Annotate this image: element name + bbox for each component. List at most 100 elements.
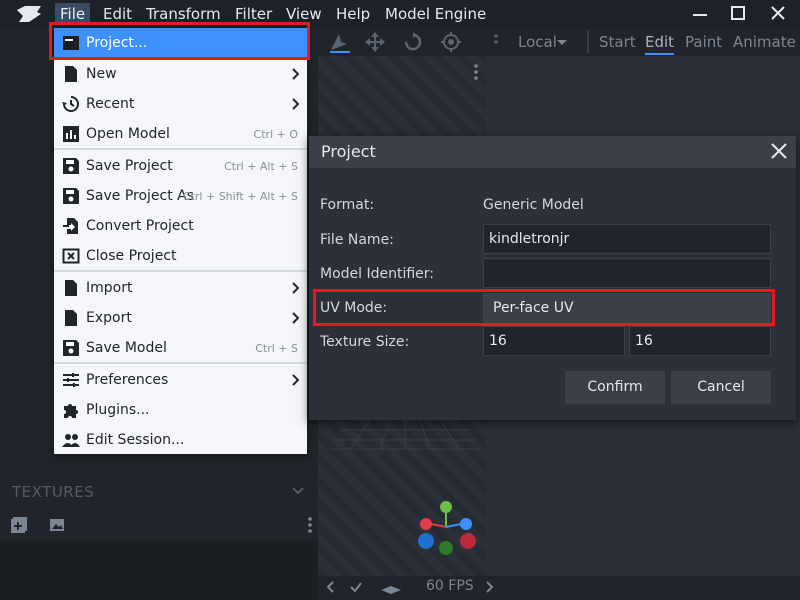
toolbar-dots-icon[interactable] [492, 31, 500, 53]
check-icon[interactable] [349, 580, 363, 594]
chevron-left-icon[interactable] [324, 580, 338, 594]
texture-height-input[interactable]: 16 [629, 326, 771, 356]
tune-icon [63, 373, 79, 387]
model-identifier-label: Model Identifier: [320, 266, 435, 282]
fps-counter: 60 FPS [426, 578, 474, 594]
menu-item-close-project[interactable]: Close Project [54, 241, 307, 271]
menu-item-import[interactable]: Import [54, 273, 307, 303]
texture-width-input[interactable]: 16 [483, 326, 625, 356]
menu-item-label: Save Project As [86, 188, 195, 204]
menu-item-save-project-as[interactable]: Save Project As Ctrl + Shift + Alt + S [54, 181, 307, 211]
menu-item-label: Import [86, 280, 133, 296]
menu-item-convert-project[interactable]: Convert Project [54, 211, 307, 241]
close-icon[interactable] [770, 142, 788, 160]
confirm-button[interactable]: Confirm [565, 371, 665, 404]
mode-start[interactable]: Start [599, 31, 636, 53]
minimize-icon[interactable] [686, 2, 714, 26]
menu-item-export[interactable]: Export [54, 303, 307, 333]
toolbar-divider [587, 31, 589, 53]
menu-item-shortcut: Ctrl + O [253, 128, 298, 141]
cancel-button[interactable]: Cancel [671, 371, 771, 404]
menu-separator [54, 270, 307, 272]
menu-model-engine[interactable]: Model Engine [380, 3, 491, 25]
menu-item-recent[interactable]: Recent [54, 89, 307, 119]
app-logo-icon [17, 6, 41, 22]
translate-tool-icon[interactable] [364, 31, 386, 53]
maximize-icon[interactable] [724, 2, 752, 26]
file-icon [65, 310, 77, 326]
chevron-right-icon [292, 282, 299, 294]
mode-edit[interactable]: Edit [645, 31, 675, 55]
highlight-box-uv-mode [313, 289, 775, 326]
menu-item-shortcut: Ctrl + Shift + Alt + S [182, 190, 298, 203]
menu-item-label: Open Model [86, 126, 170, 142]
menu-item-plugins[interactable]: Plugins... [54, 395, 307, 425]
caret-down-icon[interactable] [556, 31, 568, 53]
menu-item-edit-session[interactable]: Edit Session... [54, 425, 307, 455]
rotate-tool-icon[interactable] [402, 31, 424, 53]
pivot-tool-icon[interactable] [440, 31, 462, 53]
texture-size-label: Texture Size: [320, 334, 410, 350]
close-window-icon[interactable] [764, 2, 792, 26]
assessment-icon [63, 126, 79, 142]
menu-item-save-model[interactable]: Save Model Ctrl + S [54, 333, 307, 363]
menu-item-label: Close Project [86, 248, 177, 264]
menu-item-open-model[interactable]: Open Model Ctrl + O [54, 119, 307, 149]
import-texture-icon[interactable] [48, 516, 66, 534]
viewport-menu-icon[interactable] [472, 62, 480, 82]
chevron-right-icon [292, 98, 299, 110]
file-icon [65, 66, 77, 82]
convert-file-icon [63, 218, 78, 234]
file-menu: Project... New Recent Open Model Ctrl + … [54, 28, 307, 454]
menu-item-label: Export [86, 310, 132, 326]
close-box-icon [62, 248, 80, 264]
chevron-right-icon [292, 374, 299, 386]
menu-item-shortcut: Ctrl + S [255, 342, 298, 355]
menu-item-label: Preferences [86, 372, 169, 388]
save-icon [63, 158, 79, 174]
save-icon [63, 340, 79, 356]
menu-item-label: Recent [86, 96, 135, 112]
axis-gizmo[interactable] [410, 497, 480, 557]
save-icon [63, 188, 79, 204]
project-dialog: Project Format: Generic Model File Name:… [309, 136, 796, 420]
camera-angle-icon[interactable] [380, 580, 402, 594]
menu-help[interactable]: Help [331, 3, 375, 25]
textures-header[interactable]: TEXTURES [12, 483, 94, 501]
left-panel-footer [0, 540, 318, 600]
dialog-title: Project [321, 142, 376, 161]
menu-item-label: New [86, 66, 117, 82]
more-options-icon[interactable] [306, 515, 314, 535]
mode-animate[interactable]: Animate [733, 31, 796, 53]
people-icon [62, 434, 80, 447]
format-label: Format: [320, 197, 375, 213]
menu-separator [54, 362, 307, 364]
dialog-titlebar: Project [309, 136, 796, 168]
chevron-down-icon[interactable] [291, 483, 305, 499]
file-icon [65, 280, 77, 296]
extension-icon [64, 404, 78, 418]
history-icon [62, 96, 79, 112]
menu-item-label: Convert Project [86, 218, 194, 234]
mode-paint[interactable]: Paint [685, 31, 722, 53]
space-select[interactable]: Local [518, 31, 557, 53]
chevron-right-icon [292, 312, 299, 324]
chevron-right-icon [292, 68, 299, 80]
floor-grid [330, 420, 480, 450]
menu-item-new[interactable]: New [54, 59, 307, 89]
menu-item-save-project[interactable]: Save Project Ctrl + Alt + S [54, 151, 307, 181]
format-value: Generic Model [483, 197, 584, 213]
move-tool-icon[interactable] [328, 31, 350, 53]
menu-item-label: Plugins... [86, 402, 150, 418]
model-identifier-input[interactable] [483, 258, 771, 288]
chevron-right-icon[interactable] [482, 580, 496, 594]
menu-item-preferences[interactable]: Preferences [54, 365, 307, 395]
menu-item-label: Edit Session... [86, 432, 185, 448]
menu-separator [54, 148, 307, 150]
add-texture-icon[interactable] [10, 516, 28, 534]
menu-item-shortcut: Ctrl + Alt + S [224, 160, 298, 173]
file-name-input[interactable]: kindletronjr [483, 224, 771, 254]
file-name-label: File Name: [320, 232, 394, 248]
menu-item-label: Save Project [86, 158, 173, 174]
highlight-box-project [49, 22, 310, 60]
